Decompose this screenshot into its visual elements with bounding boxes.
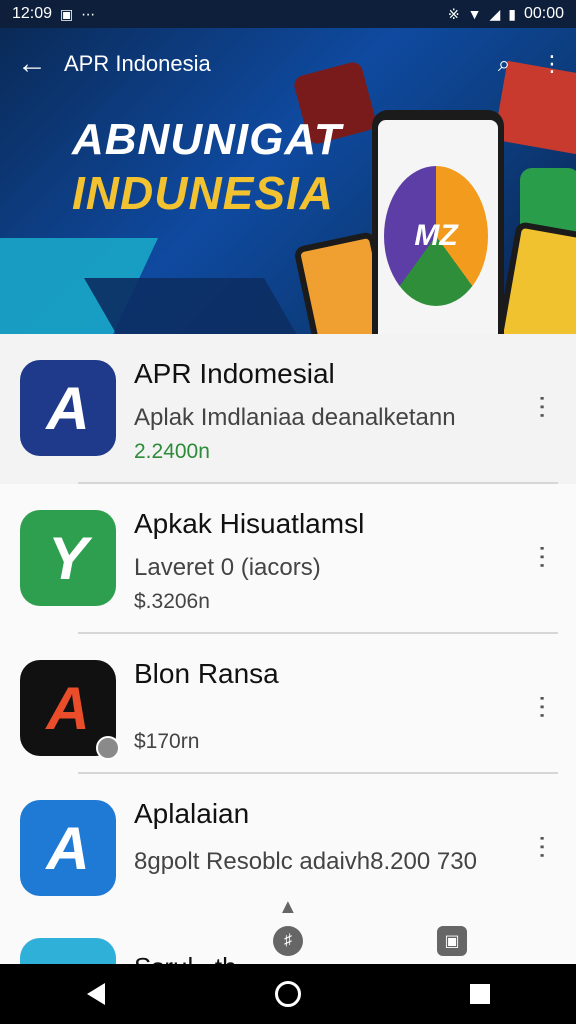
recents-square-icon [470,984,490,1004]
item-more-icon[interactable]: ⋯ [528,834,558,860]
app-icon-letter: A [46,674,90,742]
item-more-icon[interactable]: ⋯ [528,694,558,720]
wifi-icon: ▼ [467,6,482,22]
back-triangle-icon [87,983,105,1005]
search-icon[interactable]: ⌕ [480,51,528,77]
bluetooth-icon: ※ [447,6,460,22]
home-circle-icon [275,981,301,1007]
app-list: A APR Indomesial Aplak Imdlaniaa deanalk… [0,334,576,914]
status-bar: 12:09 ▣ ⋯ ※ ▼ ◢ ▮ 00:00 [0,0,576,28]
floating-actions: ▲ ♯ ▣ [0,892,576,956]
more-notifications-icon: ⋯ [81,6,96,22]
nav-home-button[interactable] [258,964,318,1024]
phone-illustration-main: MZ [372,110,504,334]
app-logo-illustration: MZ [384,166,488,306]
app-price: $.3206n [134,590,210,613]
app-price: $170rn [134,730,200,753]
back-arrow-icon[interactable]: ← [0,47,64,81]
phone-illustration [494,221,576,334]
status-clock: 00:00 [523,5,564,22]
app-subtitle: 8gpolt Resoblc adaivh8.200 730 [134,848,477,875]
banner-decoration [84,278,316,334]
app-name: Ssrul...th [134,952,237,964]
hero-title: ABNUNIGAT INDUNESIA [72,115,342,219]
app-name: Apkak Hisuatlamsl [134,508,365,539]
nav-recents-button[interactable] [450,964,510,1024]
system-nav-bar [0,964,576,1024]
app-price: 2.2400n [134,440,210,463]
app-icon: A [20,660,120,760]
list-item[interactable]: A Blon Ransa $170rn ⋯ [0,634,576,774]
item-more-icon[interactable]: ⋯ [528,544,558,570]
clipboard-icon[interactable]: ▣ [437,926,467,956]
app-bar: ← APR Indonesia ⌕ ⋮ [0,28,576,100]
more-options-icon[interactable]: ⋮ [528,51,576,77]
app-name: Blon Ransa [134,658,279,689]
app-subtitle: Aplak Imdlaniaa deanalketann [134,404,456,431]
badge-icon [96,736,120,760]
nav-back-button[interactable] [66,964,126,1024]
battery-icon: ▮ [508,6,516,22]
status-time: 12:09 [12,5,53,22]
app-subtitle: Laveret 0 (iacors) [134,554,321,581]
hero-title-line1: ABNUNIGAT [72,115,342,164]
chevron-up-icon[interactable]: ▲ [278,896,298,919]
app-icon: Y [20,510,116,606]
list-item[interactable]: Y Apkak Hisuatlamsl Laveret 0 (iacors) $… [0,484,576,634]
signal-icon: ◢ [489,6,501,22]
page-title: APR Indonesia [64,51,211,76]
app-icon: A [20,800,116,896]
list-item[interactable]: A APR Indomesial Aplak Imdlaniaa deanalk… [0,334,576,484]
app-icon: A [20,360,116,456]
share-icon[interactable]: ♯ [273,926,303,956]
hero-title-line2: INDUNESIA [72,167,335,219]
app-name: APR Indomesial [134,358,335,389]
photo-notification-icon: ▣ [60,6,74,22]
item-more-icon[interactable]: ⋯ [528,394,558,420]
app-name: Aplalaian [134,798,250,829]
